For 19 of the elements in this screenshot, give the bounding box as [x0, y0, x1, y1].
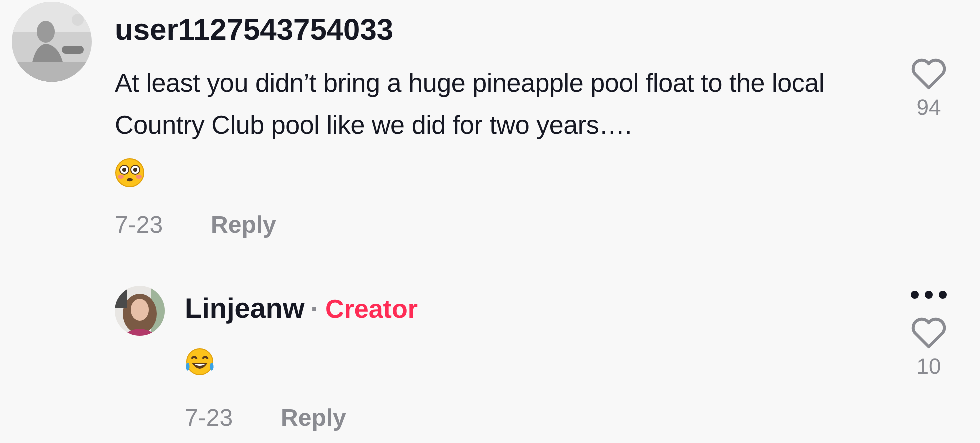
heart-icon [910, 57, 948, 91]
more-icon [910, 290, 948, 300]
creator-label: Creator [325, 296, 418, 322]
separator-dot: · [310, 296, 320, 322]
laughing-face-icon [185, 347, 215, 377]
username: Linjeanw [185, 295, 305, 323]
like-count: 10 [916, 356, 942, 378]
like-count: 94 [916, 97, 942, 119]
username: user1127543754033 [115, 13, 395, 46]
heart-icon [910, 316, 948, 350]
comment-text: At least you didn’t bring a huge pineapple pool float to the local Country Club pool like we did for two years…. [115, 67, 826, 142]
comment-date: 7-23 [115, 214, 164, 238]
reply-button[interactable]: Reply [281, 407, 346, 431]
comment-date: 7-23 [185, 407, 234, 431]
more-menu-button[interactable] [910, 290, 948, 300]
flushed-face-icon [115, 158, 145, 188]
like-button[interactable] [910, 316, 948, 350]
like-button[interactable] [910, 57, 948, 91]
reply-button[interactable]: Reply [211, 214, 276, 238]
